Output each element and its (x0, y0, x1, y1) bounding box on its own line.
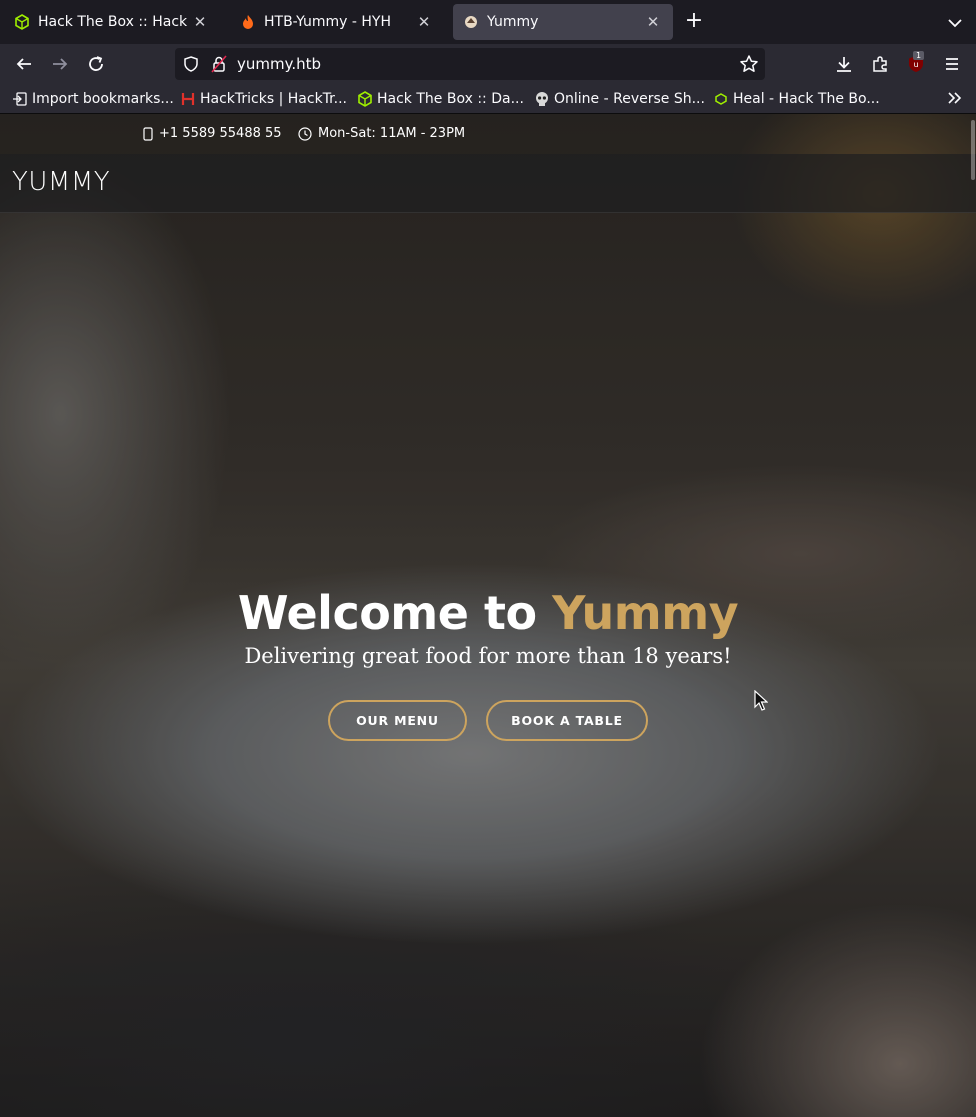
clock-icon (298, 126, 312, 141)
hamburger-menu-icon (946, 58, 958, 70)
bookmark-label: HackTricks | HackTr... (200, 91, 347, 107)
web-page: +1 5589 55488 55 Mon-Sat: 11AM - 23PM YU… (0, 114, 976, 1117)
bookmark-reverse-shell[interactable]: Online - Reverse Sh... (534, 89, 705, 109)
bookmarks-toolbar: Import bookmarks... HackTricks | HackTr.… (0, 84, 976, 114)
bookmark-import[interactable]: Import bookmarks... (12, 89, 174, 109)
hours-info: Mon-Sat: 11AM - 23PM (298, 126, 465, 141)
puzzle-icon (873, 56, 887, 72)
insecure-lock-icon[interactable] (211, 55, 227, 77)
site-header: YUMMY (0, 154, 976, 213)
hero-title: Welcome to Yummy (0, 586, 976, 640)
hero-subtitle: Delivering great food for more than 18 y… (244, 644, 732, 668)
book-a-table-button[interactable]: BOOK A TABLE (486, 700, 648, 741)
our-menu-button[interactable]: OUR MENU (328, 700, 467, 741)
tab-title: HTB-Yummy - HYH (264, 14, 392, 30)
site-logo[interactable]: YUMMY (12, 167, 110, 197)
opening-hours: Mon-Sat: 11AM - 23PM (318, 126, 466, 141)
skull-icon (534, 91, 550, 107)
more-bookmarks-chevron-icon[interactable] (946, 89, 964, 111)
bookmark-label: Hack The Box :: Da... (377, 91, 524, 107)
tab-title: Hack The Box :: Hack Th (38, 14, 190, 30)
list-all-tabs-icon[interactable] (944, 12, 966, 34)
tab-yummy[interactable]: Yummy ✕ (453, 4, 673, 40)
svg-text:u: u (913, 60, 918, 69)
phone-icon (143, 126, 153, 141)
bookmark-label: Heal - Hack The Bo... (733, 91, 880, 107)
tab-htb-yummy[interactable]: HTB-Yummy - HYH ✕ (230, 4, 444, 40)
mouse-cursor-icon (754, 689, 769, 716)
download-icon (837, 57, 851, 72)
close-tab-icon[interactable]: ✕ (190, 12, 210, 32)
htb-cube-icon (14, 14, 30, 30)
import-icon (12, 91, 28, 107)
page-scrollbar[interactable] (971, 120, 975, 180)
downloads-button[interactable] (832, 52, 856, 76)
reload-button[interactable] (84, 52, 108, 76)
hero-title-prefix: Welcome to (237, 586, 553, 640)
flame-icon (240, 14, 256, 30)
extension-badge: 1 (913, 51, 925, 60)
bookmark-heal[interactable]: Heal - Hack The Bo... (713, 89, 880, 109)
new-tab-button[interactable]: + (682, 10, 706, 34)
hero-title-accent: Yummy (552, 586, 739, 640)
tab-hackthebox[interactable]: Hack The Box :: Hack Th ✕ (4, 4, 220, 40)
back-button[interactable] (12, 52, 36, 76)
tracking-protection-shield-icon[interactable] (183, 56, 199, 76)
htb-cube-icon (357, 91, 373, 107)
bookmark-label: Import bookmarks... (32, 91, 174, 107)
tab-title: Yummy (487, 14, 539, 30)
back-arrow-icon (16, 58, 31, 70)
extensions-button[interactable] (868, 52, 892, 76)
phone-info: +1 5589 55488 55 (143, 126, 282, 141)
navigation-toolbar: yummy.htb u 1 (0, 44, 976, 84)
address-bar[interactable]: yummy.htb (175, 48, 765, 80)
bookmark-label: Online - Reverse Sh... (554, 91, 705, 107)
hacktricks-icon (180, 91, 196, 107)
url-text[interactable]: yummy.htb (237, 55, 321, 73)
close-tab-icon[interactable]: ✕ (414, 12, 434, 32)
bookmark-hacktricks[interactable]: HackTricks | HackTr... (180, 89, 347, 109)
forward-button[interactable] (48, 52, 72, 76)
close-tab-icon[interactable]: ✕ (643, 12, 663, 32)
bookmark-star-icon[interactable] (739, 54, 759, 78)
tab-bar: Hack The Box :: Hack Th ✕ HTB-Yummy - HY… (0, 0, 976, 44)
phone-number: +1 5589 55488 55 (159, 126, 282, 141)
app-menu-button[interactable] (940, 52, 964, 76)
bookmark-htb-dashboard[interactable]: Hack The Box :: Da... (357, 89, 524, 109)
contact-topbar: +1 5589 55488 55 Mon-Sat: 11AM - 23PM (0, 114, 976, 154)
htb-small-icon (713, 91, 729, 107)
reload-icon (89, 56, 103, 71)
site-favicon-icon (463, 14, 479, 30)
forward-arrow-icon (53, 58, 68, 70)
